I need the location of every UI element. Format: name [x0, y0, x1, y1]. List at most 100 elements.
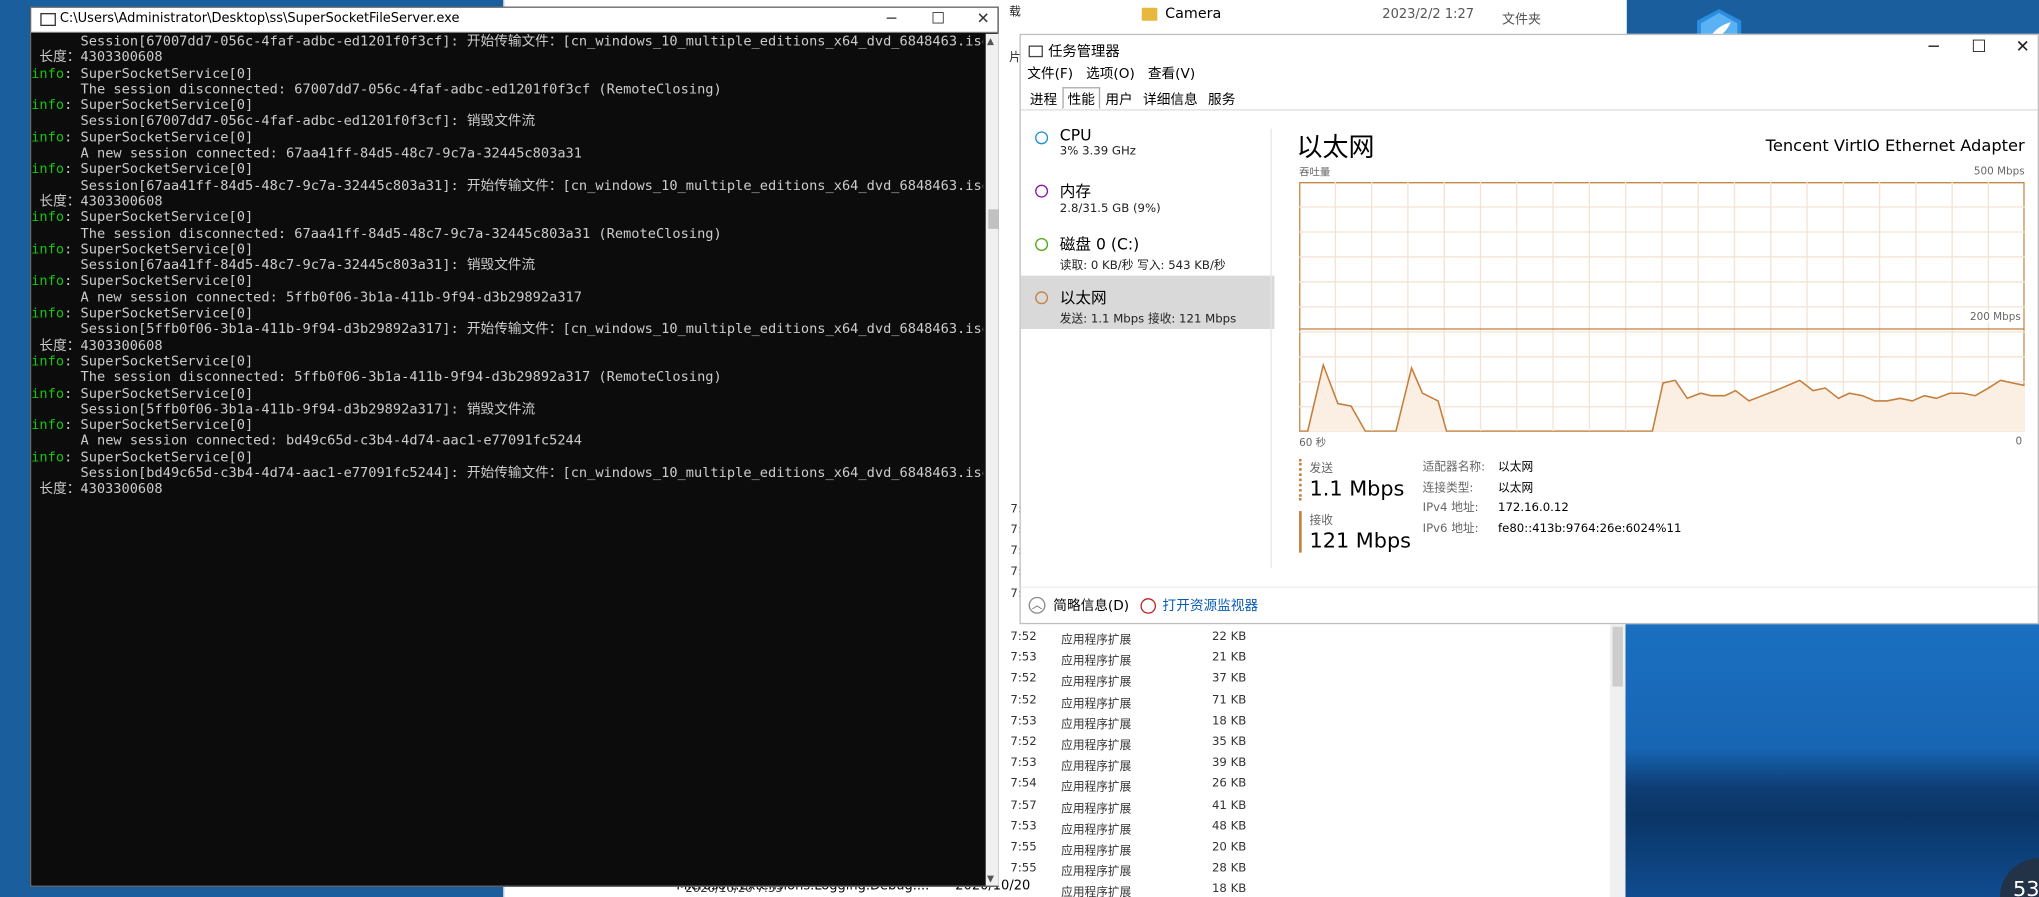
sidebar-divider — [1270, 128, 1272, 569]
close-button[interactable]: ✕ — [977, 9, 990, 27]
console-line: Session[67aa41ff-84d5-48c7-9c7a-32445c80… — [31, 178, 984, 194]
file-time: 7:57 — [1010, 799, 1037, 813]
console-output[interactable]: Session[67007dd7-056c-4faf-adbc-ed1201f0… — [31, 34, 983, 886]
file-row[interactable]: 2020/10/20 7:55 应用程序扩展 18 KB — [685, 880, 1625, 897]
task-manager-window[interactable]: 任务管理器 ─ ☐ ✕ 文件(F) 选项(O) 查看(V) 进程 性能 用户 详… — [1019, 33, 2039, 625]
detail-value: 172.16.0.12 — [1498, 501, 1569, 515]
console-line: info: SuperSocketService[0] — [31, 354, 983, 370]
close-button[interactable]: ✕ — [2016, 38, 2030, 58]
console-line: info: SuperSocketService[0] — [31, 210, 983, 226]
file-type: 应用程序扩展 — [1061, 782, 1132, 796]
camera-folder-date: 2023/2/2 1:27 — [1382, 7, 1475, 23]
console-line-text: : SuperSocketService[0] — [64, 305, 254, 322]
console-scrollbar[interactable] — [985, 33, 999, 886]
tab-details[interactable]: 详细信息 — [1138, 87, 1203, 109]
file-row[interactable]: 7:53 应用程序扩展 21 KB — [1009, 648, 1625, 669]
file-size: 48 KB — [1211, 820, 1247, 834]
menu-view[interactable]: 查看(V) — [1148, 64, 1195, 84]
log-level-prefix: info — [31, 353, 65, 370]
sidebar-item-ethernet[interactable]: 以太网 发送: 1.1 Mbps 接收: 121 Mbps — [1020, 275, 1275, 329]
console-line-text: 长度：4303300608 — [31, 337, 163, 354]
send-label: 发送 — [1309, 462, 1333, 476]
file-type: 应用程序扩展 — [1061, 655, 1132, 669]
camera-folder-name: Camera — [1165, 5, 1222, 23]
scroll-down-arrow-icon[interactable]: ▼ — [987, 874, 994, 884]
detail-label: IPv4 地址: — [1422, 501, 1479, 515]
tab-divider — [1020, 109, 2038, 111]
console-line: A new session connected: 67aa41ff-84d5-4… — [31, 146, 983, 162]
detail-value: 以太网 — [1498, 481, 1534, 495]
log-level-prefix: info — [31, 161, 65, 178]
task-manager-titlebar[interactable]: 任务管理器 — [1028, 40, 1120, 61]
send-value: 1.1 Mbps — [1309, 475, 1405, 501]
screen: 53 Camera 2023/2/2 1:27 文件夹 载 片 7: 7: 7:… — [0, 0, 2039, 897]
scroll-up-arrow-icon[interactable]: ▲ — [987, 36, 994, 46]
explorer-scrollbar-thumb[interactable] — [1612, 626, 1623, 687]
receive-stat: 接收 121 Mbps — [1299, 511, 1411, 553]
log-level-prefix: info — [31, 129, 65, 146]
file-row[interactable]: 7:52 应用程序扩展 35 KB — [1009, 732, 1625, 753]
explorer-file-list[interactable]: 7:52 应用程序扩展 22 KB 7:53 应用程序扩展 21 KB 7:52 应用程序扩展… — [685, 624, 1626, 897]
console-line-text: : SuperSocketService[0] — [64, 129, 254, 146]
menu-file[interactable]: 文件(F) — [1027, 64, 1073, 84]
console-titlebar[interactable]: C:\Users\Administrator\Desktop\ss\SuperS… — [31, 7, 998, 33]
file-time: 7:53 — [1010, 820, 1037, 834]
ethernet-status-circle-icon — [1035, 291, 1049, 305]
tab-services[interactable]: 服务 — [1203, 87, 1241, 109]
console-line-text: : SuperSocketService[0] — [64, 65, 254, 82]
file-time: 7:53 — [1010, 714, 1037, 728]
console-line-text: : SuperSocketService[0] — [64, 449, 254, 466]
file-size: 35 KB — [1211, 736, 1247, 750]
sidebar-item-disk[interactable]: 磁盘 0 (C:) 读取: 0 KB/秒 写入: 543 KB/秒 — [1021, 222, 1275, 275]
sidebar-item-name: 以太网 — [1059, 288, 1107, 307]
menu-options[interactable]: 选项(O) — [1086, 64, 1135, 84]
file-row[interactable]: 7:54 应用程序扩展 26 KB — [1009, 774, 1625, 795]
console-line: 长度：4303300608 — [31, 194, 983, 210]
console-line: 长度：4303300608 — [31, 482, 983, 498]
file-row[interactable]: 7:52 应用程序扩展 71 KB — [1009, 690, 1625, 711]
maximize-button[interactable]: ☐ — [1971, 38, 1986, 58]
file-size: 18 KB — [1211, 714, 1247, 728]
minimize-button[interactable]: ─ — [1928, 38, 1938, 58]
sidebar-item-sub: 读取: 0 KB/秒 写入: 543 KB/秒 — [1059, 260, 1226, 274]
file-time: 7:53 — [1010, 651, 1037, 665]
fewer-details-button[interactable]: ︿ 简略信息(D) — [1028, 596, 1129, 616]
sidebar-item-memory[interactable]: 内存 2.8/31.5 GB (9%) — [1021, 169, 1275, 222]
tab-performance[interactable]: 性能 — [1062, 87, 1101, 110]
console-scrollbar-thumb[interactable] — [988, 209, 999, 229]
camera-folder-type: 文件夹 — [1501, 13, 1541, 28]
file-type: 应用程序扩展 — [1061, 803, 1132, 817]
file-size: 20 KB — [1211, 841, 1247, 855]
file-row[interactable]: 7:53 应用程序扩展 48 KB — [1009, 816, 1625, 837]
file-row[interactable]: 7:55 应用程序扩展 28 KB — [1009, 858, 1625, 879]
console-line: Session[67007dd7-056c-4faf-adbc-ed1201f0… — [31, 34, 984, 50]
console-line-text: : SuperSocketService[0] — [64, 97, 254, 114]
file-row[interactable]: 7:53 应用程序扩展 18 KB — [1009, 711, 1625, 732]
minimize-button[interactable]: ─ — [887, 9, 896, 27]
file-row[interactable]: 7:57 应用程序扩展 41 KB — [1009, 795, 1625, 816]
tab-processes[interactable]: 进程 — [1025, 87, 1063, 109]
file-size: 28 KB — [1211, 862, 1247, 876]
file-row[interactable]: 7:52 应用程序扩展 37 KB — [1009, 669, 1625, 690]
file-type: 应用程序扩展 — [1061, 739, 1132, 753]
detail-value: fe80::413b:9764:26e:6024%11 — [1498, 522, 1682, 536]
open-resource-monitor-link[interactable]: 打开资源监视器 — [1140, 596, 1258, 616]
throughput-chart — [1299, 182, 2025, 432]
sidebar-item-cpu[interactable]: CPU 3% 3.39 GHz — [1021, 116, 1275, 169]
tab-users[interactable]: 用户 — [1100, 87, 1138, 109]
explorer-nav-label: 载 — [1009, 6, 1021, 20]
console-app-icon — [40, 13, 56, 27]
open-resource-monitor-label: 打开资源监视器 — [1162, 598, 1259, 614]
detail-label: IPv6 地址: — [1422, 522, 1479, 536]
console-line: info: SuperSocketService[0] — [31, 162, 983, 178]
sidebar-item-name: 内存 — [1059, 182, 1092, 201]
maximize-button[interactable]: ☐ — [931, 9, 945, 27]
console-window[interactable]: C:\Users\Administrator\Desktop\ss\SuperS… — [29, 6, 999, 887]
disk-status-circle-icon — [1035, 237, 1049, 251]
file-row[interactable]: 7:53 应用程序扩展 39 KB — [1009, 753, 1625, 774]
camera-folder-item[interactable]: Camera — [1141, 5, 1222, 23]
file-row[interactable]: 7:55 应用程序扩展 20 KB — [1009, 837, 1625, 858]
file-row[interactable]: 7:52 应用程序扩展 22 KB — [1009, 627, 1625, 648]
file-size: 22 KB — [1211, 630, 1247, 644]
console-line-text: A new session connected: 5ffb0f06-3b1a-4… — [31, 289, 582, 306]
